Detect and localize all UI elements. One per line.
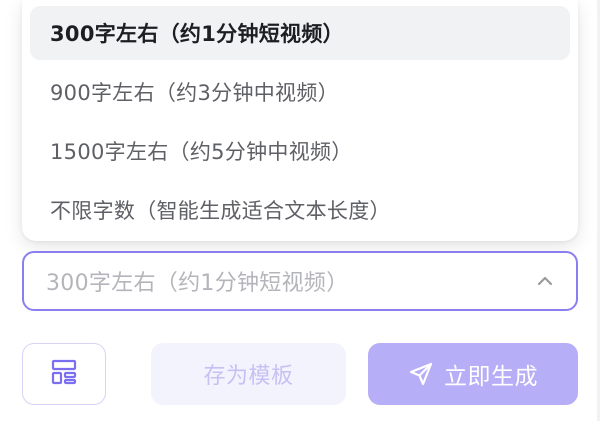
layout-icon bbox=[50, 358, 78, 390]
length-option-900[interactable]: 900字左右（约3分钟中视频） bbox=[30, 65, 570, 119]
length-dropdown-menu: 300字左右（约1分钟短视频） 900字左右（约3分钟中视频） 1500字左右（… bbox=[22, 0, 578, 241]
save-template-label: 存为模板 bbox=[203, 364, 294, 389]
length-select[interactable]: 300字左右（约1分钟短视频） bbox=[22, 251, 578, 311]
layout-button[interactable] bbox=[22, 343, 106, 405]
send-icon bbox=[408, 361, 434, 387]
generate-button[interactable]: 立即生成 bbox=[368, 343, 578, 405]
generate-label: 立即生成 bbox=[444, 364, 538, 390]
length-option-1500[interactable]: 1500字左右（约5分钟中视频） bbox=[30, 124, 570, 178]
length-select-value: 300字左右（约1分钟短视频） bbox=[46, 271, 349, 296]
length-picker-panel: 300字左右（约1分钟短视频） 900字左右（约3分钟中视频） 1500字左右（… bbox=[0, 0, 600, 421]
length-option-unlimited[interactable]: 不限字数（智能生成适合文本长度） bbox=[30, 183, 570, 237]
length-option-300[interactable]: 300字左右（约1分钟短视频） bbox=[30, 6, 570, 60]
chevron-up-icon bbox=[534, 270, 556, 292]
save-template-button[interactable]: 存为模板 bbox=[151, 343, 346, 405]
